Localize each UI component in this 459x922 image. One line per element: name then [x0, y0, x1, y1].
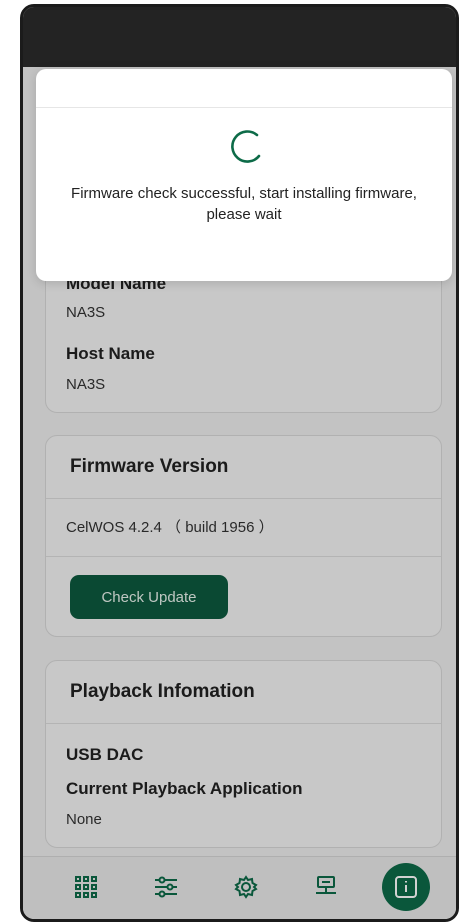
- loading-spinner-icon: [231, 130, 261, 163]
- phone-frame: Model Name NA3S Host Name NA3S Firmware …: [20, 4, 459, 922]
- progress-dialog: Firmware check successful, start install…: [36, 69, 452, 281]
- dialog-divider: [36, 107, 452, 108]
- dialog-message: Firmware check successful, start install…: [71, 185, 417, 223]
